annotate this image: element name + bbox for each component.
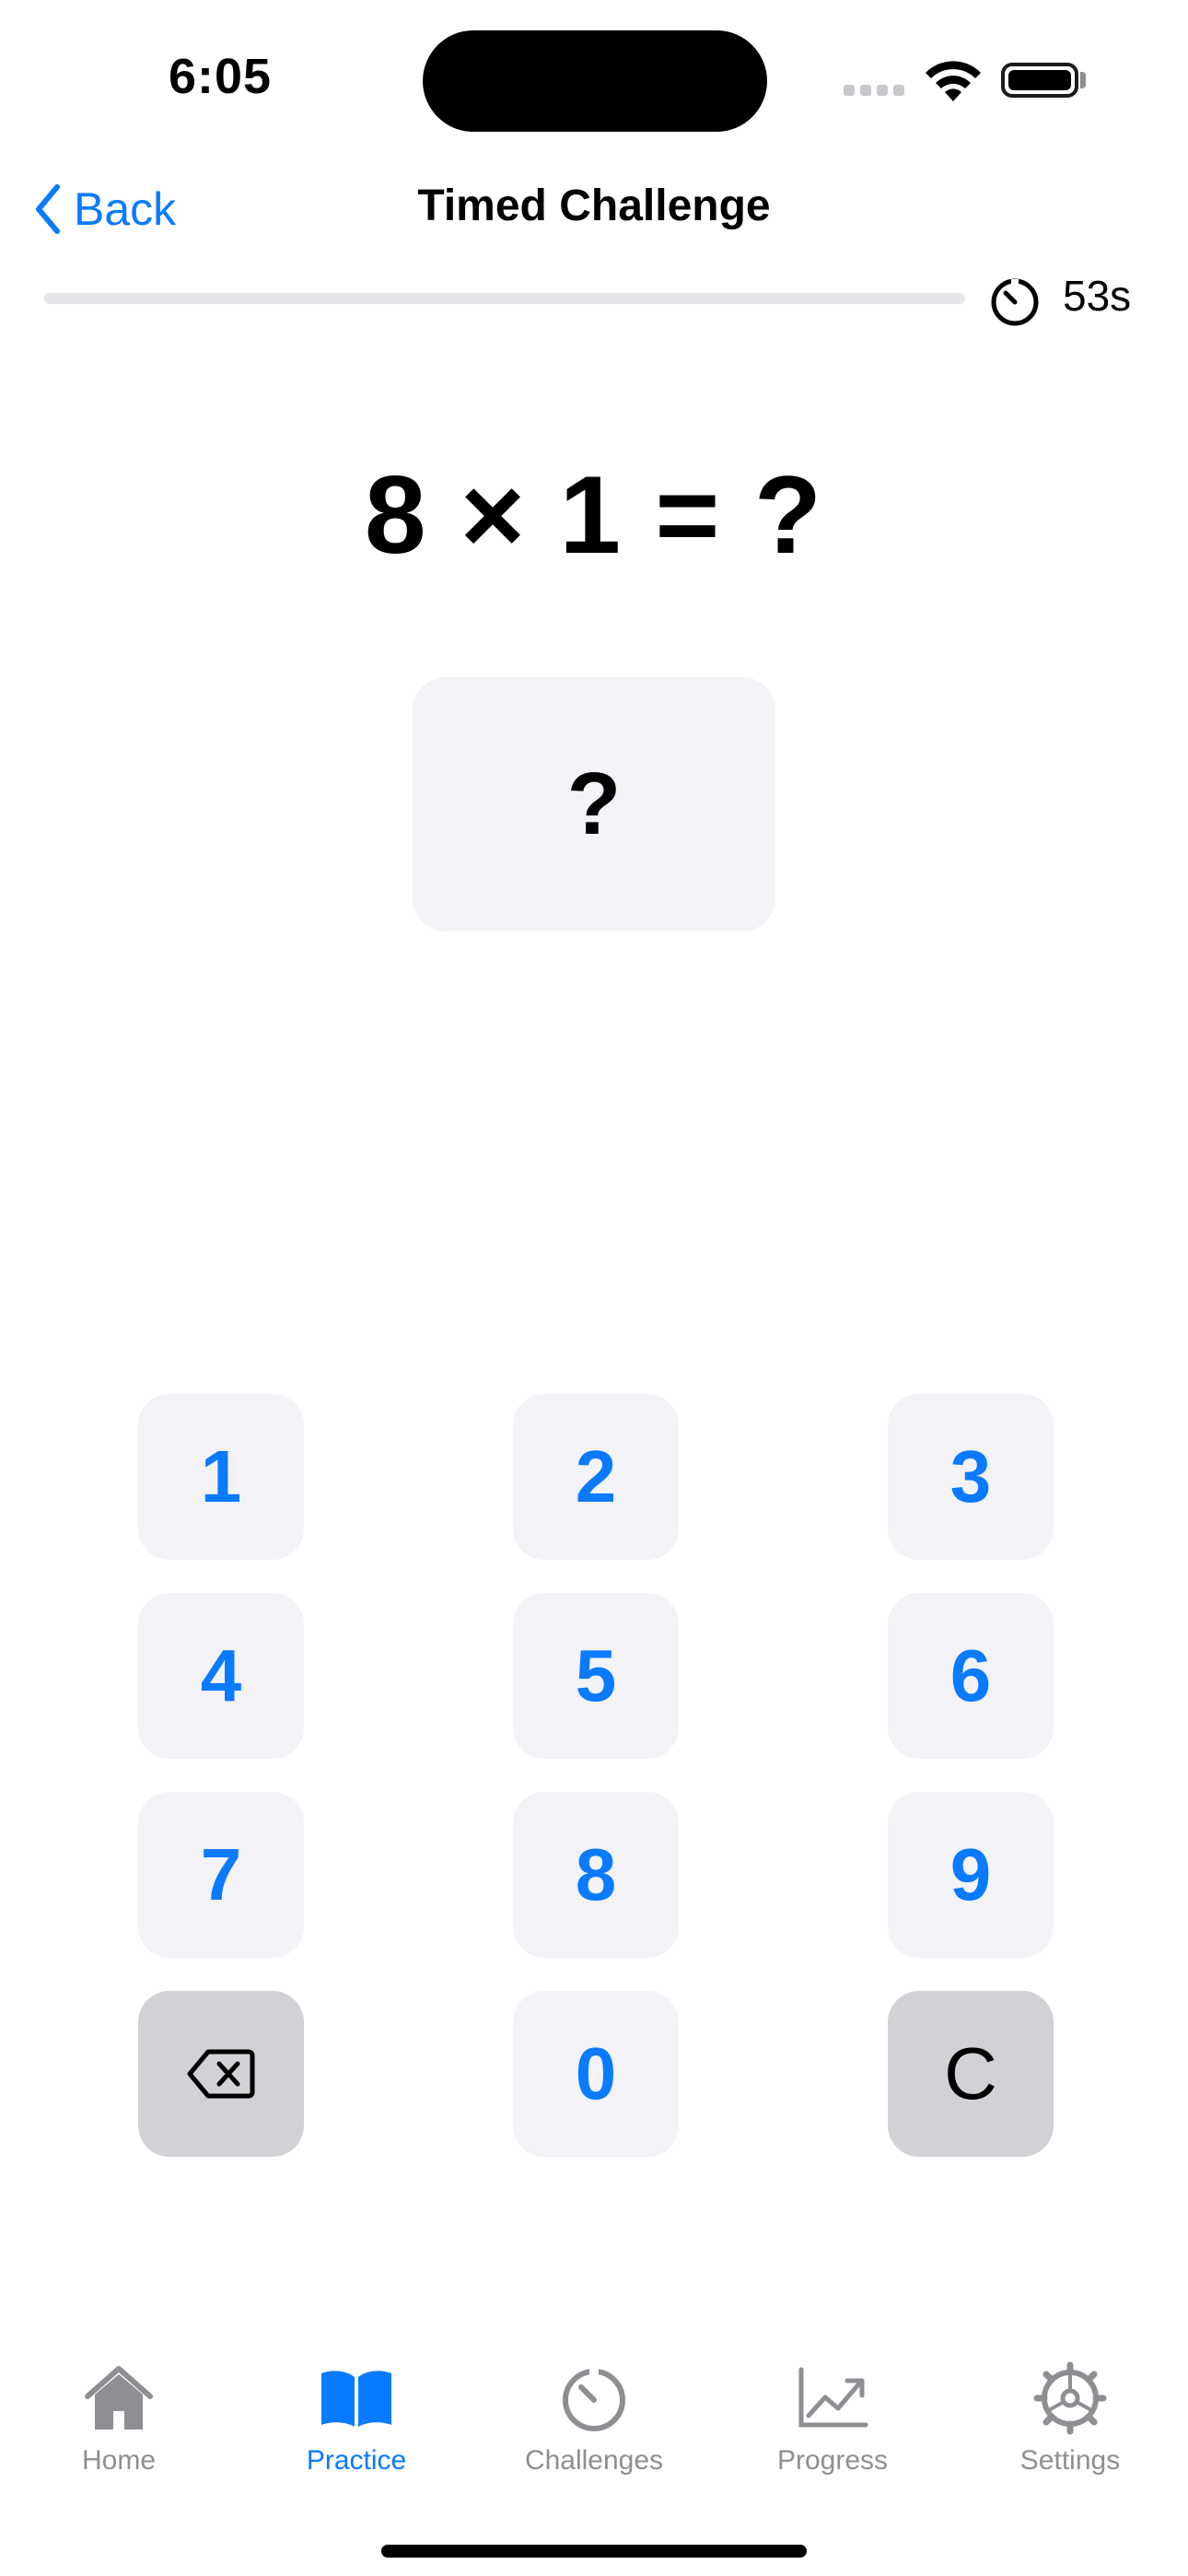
tab-home[interactable]: Home: [27, 2357, 211, 2495]
tab-challenges-label: Challenges: [524, 2445, 664, 2476]
answer-display: ?: [413, 677, 775, 931]
gear-icon: [1033, 2357, 1107, 2440]
tab-practice[interactable]: Practice: [264, 2357, 448, 2495]
tab-practice-label: Practice: [306, 2445, 407, 2476]
dynamic-island: [423, 30, 767, 132]
tab-settings-label: Settings: [1019, 2445, 1121, 2476]
house-icon: [80, 2357, 157, 2440]
key-2[interactable]: 2: [513, 1394, 679, 1560]
delete-backward-icon: [187, 2049, 255, 2099]
battery-icon: [1001, 63, 1078, 98]
home-indicator: [381, 2545, 807, 2558]
key-1[interactable]: 1: [138, 1394, 304, 1560]
backspace-button[interactable]: [138, 1991, 304, 2157]
page-title: Timed Challenge: [417, 181, 771, 230]
key-3[interactable]: 3: [888, 1394, 1054, 1560]
time-remaining: 53s: [1063, 272, 1132, 320]
tab-home-label: Home: [81, 2445, 157, 2476]
question-text: 8 × 1 = ?: [364, 453, 824, 577]
answer-value: ?: [566, 755, 622, 853]
key-5[interactable]: 5: [513, 1593, 679, 1759]
tab-settings[interactable]: Settings: [978, 2357, 1162, 2495]
key-6[interactable]: 6: [888, 1593, 1054, 1759]
clear-button[interactable]: C: [888, 1991, 1054, 2157]
tab-challenges[interactable]: Challenges: [502, 2357, 686, 2495]
key-0[interactable]: 0: [513, 1991, 679, 2157]
book-icon: [318, 2357, 395, 2440]
wifi-icon: [923, 59, 984, 108]
timer-icon: [559, 2357, 629, 2440]
key-9[interactable]: 9: [888, 1792, 1054, 1958]
status-time: 6:05: [169, 49, 273, 104]
cellular-signal-icon: [844, 81, 906, 96]
chart-line-icon: [796, 2357, 869, 2440]
key-7[interactable]: 7: [138, 1792, 304, 1958]
key-8[interactable]: 8: [513, 1792, 679, 1958]
tab-progress[interactable]: Progress: [740, 2357, 925, 2495]
tab-progress-label: Progress: [776, 2445, 889, 2476]
battery-tip: [1080, 72, 1086, 88]
key-4[interactable]: 4: [138, 1593, 304, 1759]
stopwatch-icon: [987, 273, 1042, 333]
time-progress-bar: [44, 293, 965, 304]
